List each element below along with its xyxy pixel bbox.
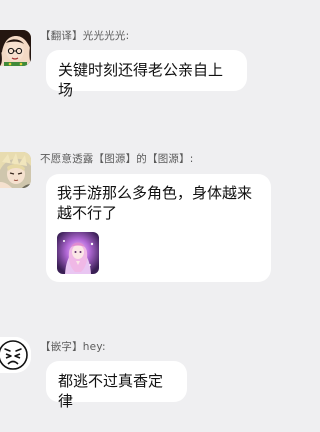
anime-character-sticker-icon xyxy=(57,232,99,274)
sender-name: 【翻译】光光光光: xyxy=(40,30,130,42)
cartoon-girl-avatar-icon xyxy=(0,30,31,66)
message-bubble[interactable]: 都逃不过真香定律 xyxy=(46,361,187,410)
message-bubble[interactable]: 关键时刻还得老公亲自上场 xyxy=(46,50,247,99)
sticker-image[interactable] xyxy=(57,232,99,274)
message-bubble[interactable]: 我手游那么多角色，身体越来越不行了 xyxy=(46,174,271,282)
avatar[interactable] xyxy=(0,30,31,66)
crying-face-avatar-icon xyxy=(0,337,31,373)
avatar[interactable] xyxy=(0,337,31,373)
sender-name: 不愿意透露【图源】的【图源】: xyxy=(40,153,194,165)
message-text: 关键时刻还得老公亲自上场 xyxy=(58,61,224,99)
sender-name: 【嵌字】hey: xyxy=(40,341,106,353)
avatar[interactable] xyxy=(0,152,31,188)
anime-boy-avatar-icon xyxy=(0,152,31,188)
message-text: 都逃不过真香定律 xyxy=(58,372,164,410)
message-text: 我手游那么多角色，身体越来越不行了 xyxy=(57,184,253,222)
